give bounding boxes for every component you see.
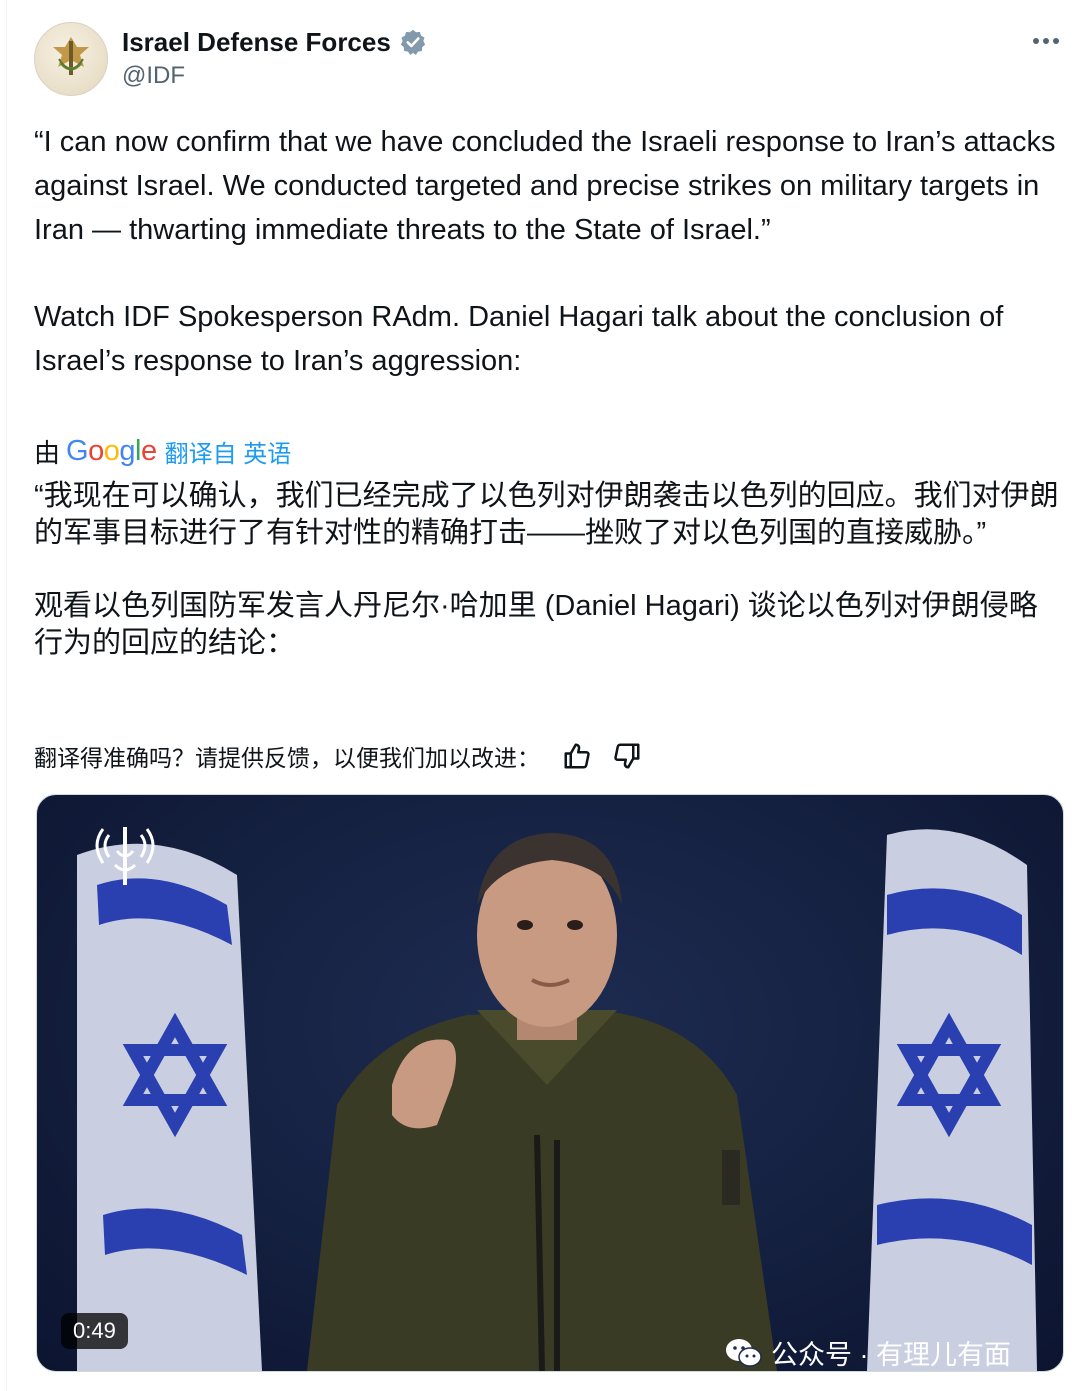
author-name-row: Israel Defense Forces: [122, 24, 427, 60]
translated-by-label: 由: [34, 437, 61, 468]
idf-emblem-icon: [53, 37, 89, 75]
video-frame-speaker: [77, 829, 1037, 1371]
more-dot-icon: [1033, 38, 1039, 44]
translation-body: “我现在可以确认，我们已经完成了以色列对伊朗袭击以色列的回应。我们对伊朗的军事目…: [34, 478, 1064, 661]
verified-badge-icon: [400, 29, 425, 55]
translated-from-link[interactable]: 翻译自 英语: [165, 434, 292, 469]
tweet-body: “I can now confirm that we have conclude…: [34, 120, 1064, 383]
watermark-text: 公众号 · 有理儿有面: [771, 1340, 1011, 1370]
translation-paragraph: “我现在可以确认，我们已经完成了以色列对伊朗袭击以色列的回应。我们对伊朗的军事目…: [34, 480, 1059, 549]
tweet-paragraph: Watch IDF Spokesperson RAdm. Daniel Haga…: [34, 301, 1004, 377]
translation-feedback: 翻译得准确吗？请提供反馈，以便我们加以改进：: [34, 736, 644, 776]
thumbs-down-icon: [614, 743, 640, 769]
more-options-button[interactable]: [1028, 26, 1064, 56]
wechat-icon: [726, 1338, 762, 1367]
thumbs-up-icon: [564, 743, 590, 769]
author-handle[interactable]: @IDF: [122, 62, 185, 90]
avatar[interactable]: [34, 22, 108, 96]
timeline-divider: [6, 0, 7, 1391]
video-player[interactable]: 0:49 公众号 · 有理儿有面: [36, 794, 1064, 1372]
thumbs-down-button[interactable]: [610, 739, 644, 773]
israeli-flag-right: [867, 829, 1037, 1371]
more-dot-icon: [1053, 38, 1059, 44]
feedback-prompt: 翻译得准确吗？请提供反馈，以便我们加以改进：: [34, 745, 540, 771]
author-display-name[interactable]: Israel Defense Forces: [122, 27, 391, 58]
more-dot-icon: [1043, 38, 1049, 44]
israeli-flag-left: [77, 843, 262, 1371]
tweet-paragraph: “I can now confirm that we have conclude…: [34, 126, 1056, 246]
google-logo: Google: [66, 434, 157, 467]
video-duration: 0:49: [61, 1313, 128, 1349]
translated-by-bar: 由 Google 翻译自 英语: [34, 432, 291, 470]
thumbs-up-button[interactable]: [560, 739, 594, 773]
wechat-watermark: 公众号 · 有理儿有面: [725, 1333, 1011, 1371]
speaker-figure: [307, 833, 777, 1371]
translation-paragraph: 观看以色列国防军发言人丹尼尔·哈加里 (Daniel Hagari) 谈论以色列…: [34, 590, 1038, 659]
tweet-header: Israel Defense Forces @IDF: [34, 22, 1074, 98]
idf-broadcast-logo-icon: [95, 827, 155, 885]
